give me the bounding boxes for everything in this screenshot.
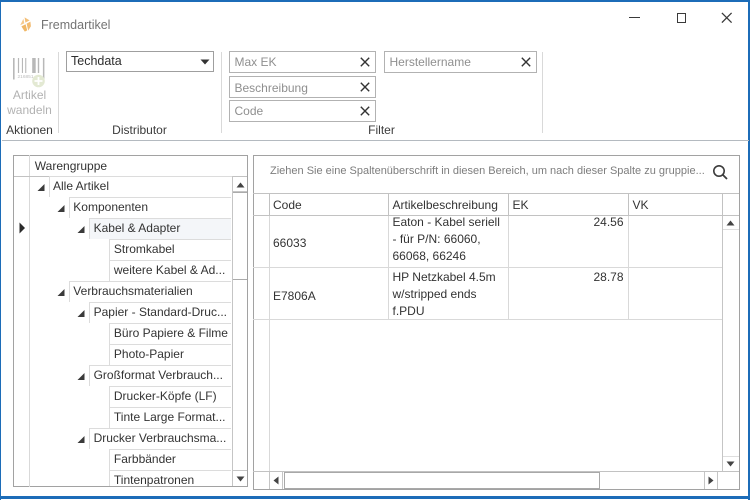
svg-text:216851: 216851 xyxy=(18,74,34,80)
